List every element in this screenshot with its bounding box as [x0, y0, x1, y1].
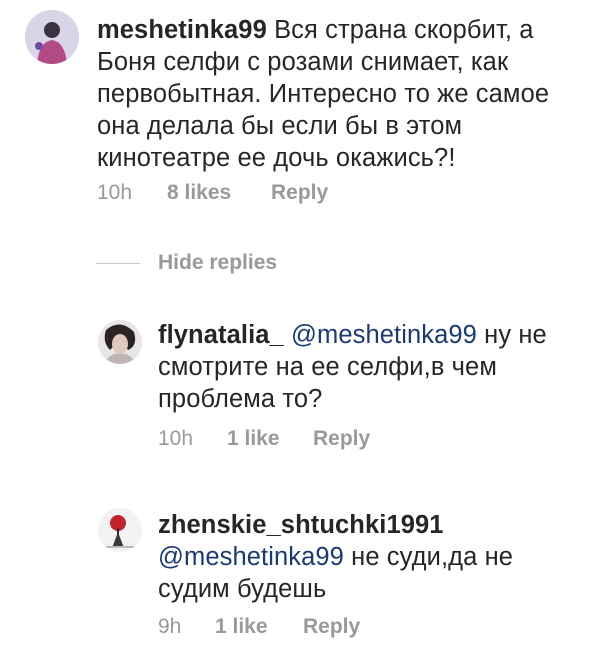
user-photo-icon — [25, 10, 79, 64]
reply-timestamp: 10h — [158, 427, 194, 450]
likes-count[interactable]: 8 likes — [167, 181, 271, 205]
reply-text: flynatalia_ @meshetinka99 ну не смотрите… — [158, 319, 598, 415]
user-photo-icon — [98, 508, 142, 552]
comment-timestamp: 10h — [97, 181, 133, 204]
hide-replies-label[interactable]: Hide replies — [158, 251, 277, 275]
reply-comment: flynatalia_ @meshetinka99 ну не смотрите… — [0, 300, 612, 470]
reply-button[interactable]: Reply — [303, 615, 360, 639]
reply-text-line: судим будешь — [158, 575, 327, 603]
avatar[interactable] — [25, 10, 79, 64]
avatar[interactable] — [98, 508, 142, 552]
reply-button[interactable]: Reply — [271, 181, 328, 205]
comment-text-line: Вся страна скорбит, а — [266, 16, 534, 44]
likes-count[interactable]: 1 like — [215, 615, 303, 639]
reply-text-line: ну не — [476, 321, 547, 349]
reply-username[interactable]: flynatalia_ — [158, 321, 284, 349]
reply-comment: zhenskie_shtuchki1991 @meshetinka99 не с… — [0, 490, 612, 655]
reply-username[interactable]: zhenskie_shtuchki1991 — [158, 509, 598, 541]
mention-link[interactable]: @meshetinka99 — [291, 321, 477, 349]
comment-username[interactable]: meshetinka99 — [97, 16, 267, 44]
comment-meta: 10h 8 likes Reply — [97, 181, 328, 205]
comment-text: meshetinka99 Вся страна скорбит, а Боня … — [97, 14, 597, 174]
comment-text-line: первобытная. Интересно то же самое — [97, 80, 550, 108]
reply-text: zhenskie_shtuchki1991 @meshetinka99 не с… — [158, 509, 598, 605]
user-photo-icon — [98, 320, 142, 364]
reply-text-line: смотрите на ее селфи,в чем — [158, 353, 497, 381]
comment-text-line: кинотеатре ее дочь окажись?! — [97, 144, 456, 172]
reply-timestamp: 9h — [158, 615, 182, 638]
comment-text-line: она делала бы если бы в этом — [97, 112, 463, 140]
reply-text-line: проблема то? — [158, 385, 323, 413]
reply-text-line: не суди,да не — [343, 543, 514, 571]
reply-meta: 9h 1 like Reply — [158, 615, 360, 639]
comment-text-line: Боня селфи с розами снимает, как — [97, 48, 509, 76]
comment-main: meshetinka99 Вся страна скорбит, а Боня … — [0, 0, 612, 220]
hide-replies-toggle[interactable]: Hide replies — [96, 251, 277, 275]
avatar[interactable] — [98, 320, 142, 364]
reply-button[interactable]: Reply — [313, 427, 370, 451]
divider-line — [96, 262, 140, 264]
mention-link[interactable]: @meshetinka99 — [158, 543, 344, 571]
likes-count[interactable]: 1 like — [227, 427, 313, 451]
reply-meta: 10h 1 like Reply — [158, 427, 370, 451]
